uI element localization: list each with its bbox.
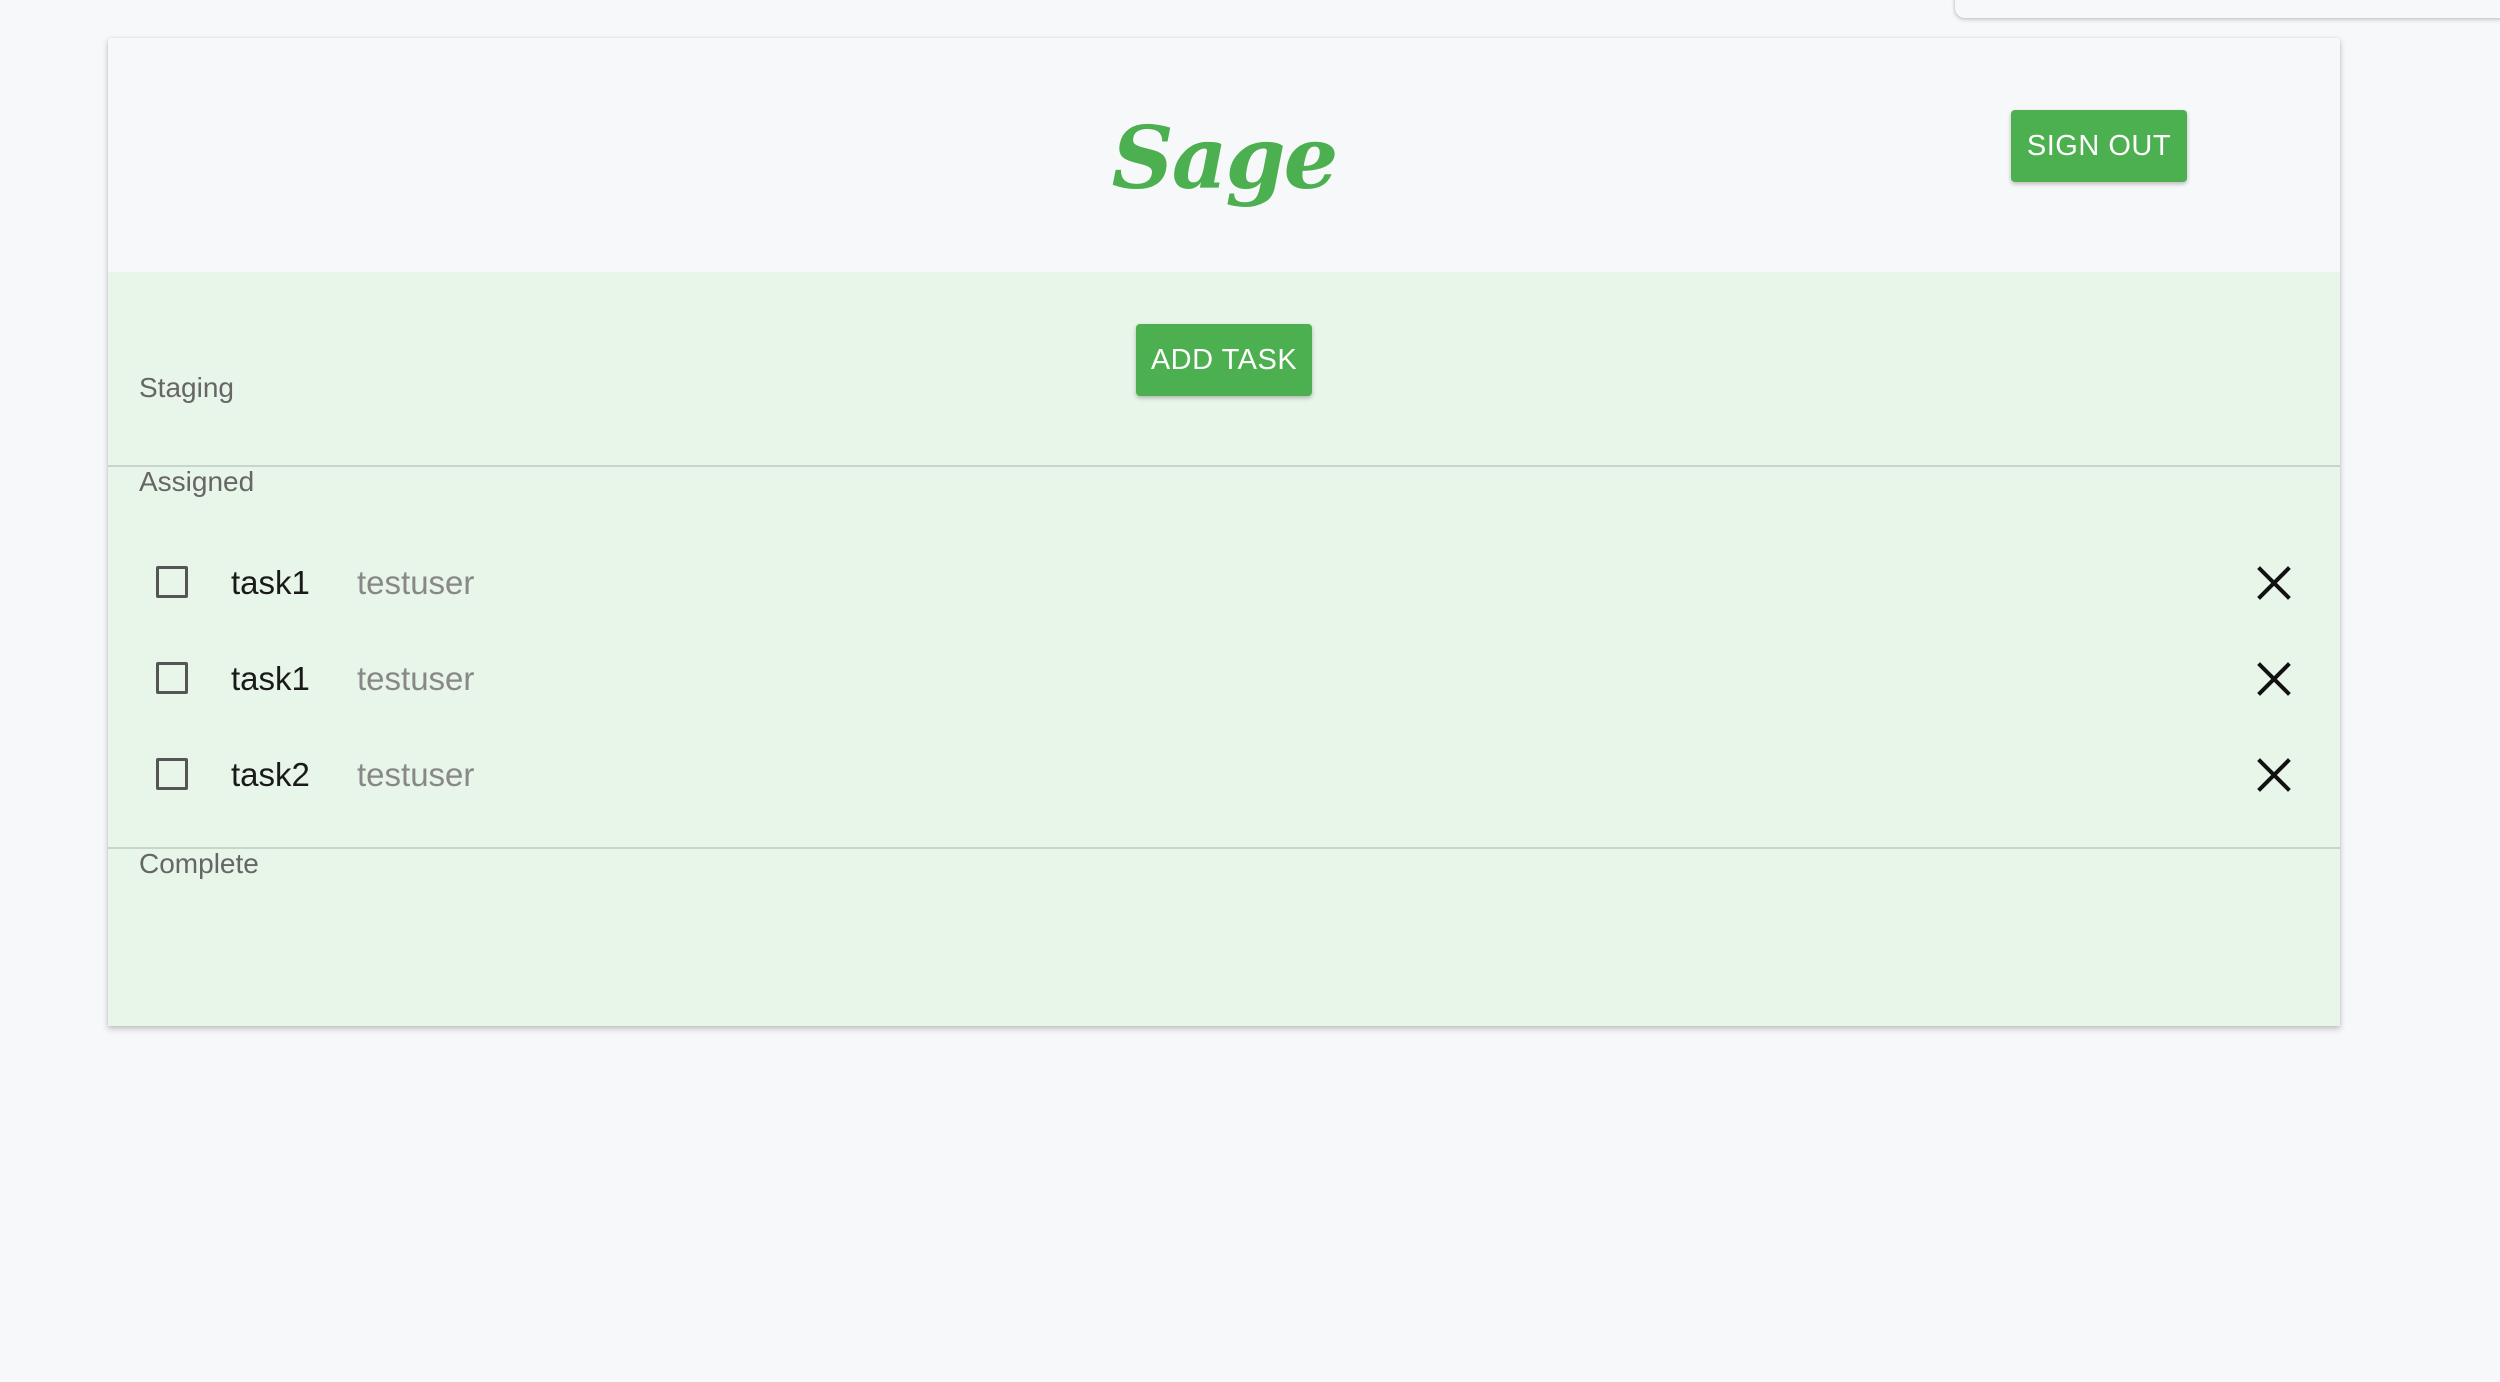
task-checkbox[interactable]: [156, 566, 188, 598]
task-name: task1: [231, 564, 310, 601]
section-assigned-label: Assigned: [139, 466, 255, 497]
task-row: task1 testuser: [108, 536, 2340, 632]
add-task-button[interactable]: ADD TASK: [1136, 324, 1312, 396]
task-user: testuser: [357, 756, 475, 793]
task-checkbox[interactable]: [156, 662, 188, 694]
sage-logo: Sage: [1111, 108, 1339, 209]
app-card: Sage SIGN OUT ADD TASK Staging Assigned …: [108, 38, 2340, 1026]
section-staging-label: Staging: [139, 372, 234, 403]
close-icon[interactable]: [2257, 566, 2291, 600]
task-name: task2: [231, 756, 310, 793]
section-divider: [108, 465, 2340, 467]
task-checkbox[interactable]: [156, 758, 188, 790]
section-complete-label: Complete: [139, 848, 259, 879]
task-board: ADD TASK Staging Assigned task1 testuser…: [108, 272, 2340, 1026]
task-user: testuser: [357, 660, 475, 697]
top-popup-edge: [1955, 0, 2500, 18]
app-header: Sage SIGN OUT: [108, 38, 2340, 272]
task-name: task1: [231, 660, 310, 697]
close-icon[interactable]: [2257, 758, 2291, 792]
close-icon[interactable]: [2257, 662, 2291, 696]
sign-out-button[interactable]: SIGN OUT: [2011, 110, 2187, 182]
task-user: testuser: [357, 564, 475, 601]
section-divider: [108, 847, 2340, 849]
task-row: task1 testuser: [108, 632, 2340, 728]
task-row: task2 testuser: [108, 728, 2340, 824]
